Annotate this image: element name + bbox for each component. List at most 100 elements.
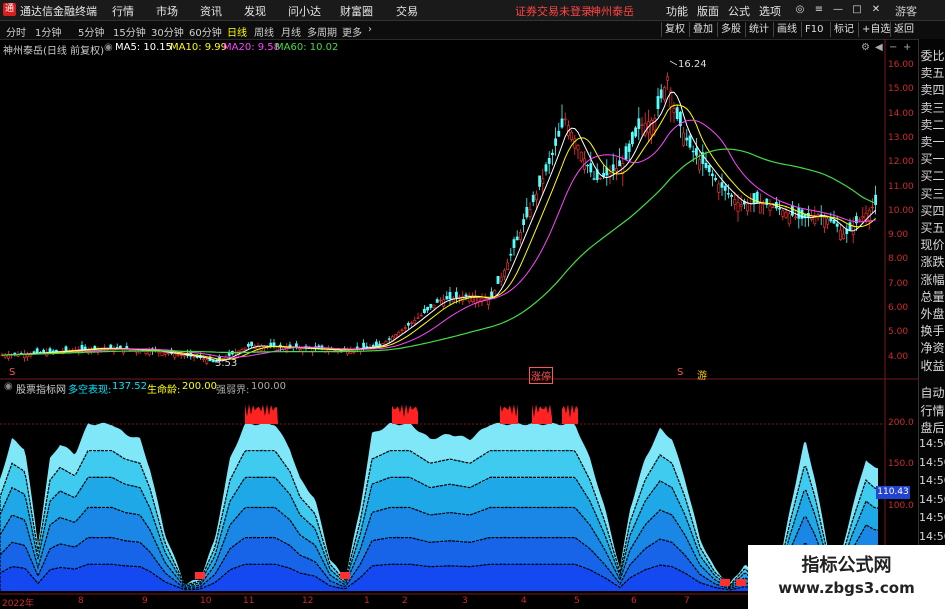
sidebar-item[interactable]: 买一 — [919, 150, 945, 167]
ma10-line — [1, 104, 876, 360]
candlestick-body — [726, 193, 730, 195]
period-15min[interactable]: 15分钟 — [113, 24, 146, 39]
event-marker[interactable]: 涨停 — [529, 367, 553, 384]
candlestick-body — [586, 164, 590, 167]
sidebar-item[interactable]: 净资 — [919, 339, 945, 356]
candlestick-body — [387, 338, 391, 340]
sidebar-item[interactable]: 买四 — [919, 202, 945, 219]
period-weekly[interactable]: 周线 — [254, 24, 274, 39]
adjust-button[interactable]: 复权 — [661, 22, 688, 37]
overlay-button[interactable]: 叠加 — [689, 22, 716, 37]
sidebar-item[interactable]: 现价 — [919, 236, 945, 253]
candlestick-body — [832, 219, 836, 224]
sidebar-item[interactable]: 卖三 — [919, 99, 945, 116]
indicator-settings-icon[interactable]: ◉ — [4, 381, 13, 392]
sidebar-item[interactable]: 买二 — [919, 167, 945, 184]
menu-item-layout[interactable]: 版面 — [697, 3, 719, 19]
period-monthly[interactable]: 月线 — [281, 24, 301, 39]
indicator-current-value: 110.43 — [876, 486, 910, 499]
candlestick-body — [240, 349, 244, 352]
menu-item-discover[interactable]: 发现 — [244, 3, 266, 19]
candlestick-body — [746, 203, 750, 212]
login-notice[interactable]: 证券交易未登录 — [515, 3, 592, 19]
candlestick-body — [691, 150, 695, 153]
period-5min[interactable]: 5分钟 — [78, 24, 104, 39]
sidebar-item[interactable]: 委比 — [919, 47, 945, 64]
candlestick-body — [563, 118, 567, 121]
candlestick-body — [707, 165, 711, 173]
chevron-right-icon[interactable]: › — [368, 24, 372, 35]
watermark-url: www.zbgs3.com — [778, 579, 915, 597]
menu-item-trade[interactable]: 交易 — [396, 3, 418, 19]
event-marker[interactable]: S — [677, 367, 683, 378]
candlestick-body — [515, 236, 519, 241]
time-axis-label: 11 — [243, 596, 255, 606]
candlestick-body — [861, 215, 865, 219]
sidebar-item[interactable]: 换手 — [919, 322, 945, 339]
sidebar-item[interactable]: 收益 — [919, 357, 945, 374]
candlestick-body — [598, 177, 602, 180]
candlestick-body — [32, 351, 36, 354]
account-icon[interactable]: ◎ — [793, 3, 807, 16]
sidebar-mode-item[interactable]: 行情 — [919, 402, 945, 419]
event-marker[interactable]: 游 — [697, 367, 707, 382]
sidebar-item[interactable]: 卖五 — [919, 64, 945, 81]
back-button[interactable]: 返回 — [890, 22, 917, 37]
period-timeshare[interactable]: 分时 — [6, 24, 26, 39]
menu-item-formula[interactable]: 公式 — [728, 3, 750, 19]
menu-item-xiaoda[interactable]: 问小达 — [288, 3, 321, 19]
sidebar-item[interactable]: 卖四 — [919, 81, 945, 98]
candlestick-body — [771, 206, 775, 209]
candlestick-body — [406, 323, 410, 326]
sidebar-item[interactable]: 买五 — [919, 219, 945, 236]
minimize-icon[interactable]: — — [831, 3, 845, 16]
guest-label[interactable]: 游客 — [895, 3, 917, 19]
candlestick-body — [794, 216, 798, 218]
period-60min[interactable]: 60分钟 — [189, 24, 222, 39]
candlestick-body — [378, 343, 382, 346]
add-watchlist-button[interactable]: +自选 — [858, 22, 893, 37]
sidebar-item[interactable]: 总量 — [919, 288, 945, 305]
candlestick-body — [454, 291, 458, 298]
watermark-banner: 指标公式网 www.zbgs3.com — [748, 545, 945, 609]
indicator-value-1: 137.52 — [112, 381, 147, 392]
candlestick-body — [710, 173, 714, 177]
maximize-icon[interactable]: □ — [850, 3, 864, 16]
candlestick-body — [778, 208, 782, 210]
candlestick-body — [733, 199, 737, 205]
menu-item-markets[interactable]: 市场 — [156, 3, 178, 19]
high-marker-line — [669, 60, 678, 66]
sidebar-item[interactable]: 卖二 — [919, 116, 945, 133]
sidebar-mode-item[interactable]: 盘后 — [919, 419, 945, 436]
price-axis-label: 12.00 — [888, 157, 914, 168]
draw-line-button[interactable]: 画线 — [773, 22, 800, 37]
period-1min[interactable]: 1分钟 — [35, 24, 61, 39]
kline-chart[interactable] — [0, 39, 918, 609]
menu-item-market[interactable]: 行情 — [112, 3, 134, 19]
menu-item-options[interactable]: 选项 — [759, 3, 781, 19]
menu-item-wealth[interactable]: 财富圈 — [340, 3, 373, 19]
sidebar-item[interactable]: 涨幅 — [919, 271, 945, 288]
period-more[interactable]: 更多 — [342, 24, 362, 39]
menu-item-function[interactable]: 功能 — [666, 3, 688, 19]
period-30min[interactable]: 30分钟 — [151, 24, 184, 39]
event-marker[interactable]: S — [9, 367, 15, 378]
indicator-low-signal — [340, 572, 350, 579]
menu-item-news[interactable]: 资讯 — [200, 3, 222, 19]
mark-button[interactable]: 标记 — [830, 22, 857, 37]
indicator-low-signal — [720, 579, 730, 586]
sidebar-item[interactable]: 外盘 — [919, 305, 945, 322]
f10-button[interactable]: F10 — [801, 22, 826, 37]
indicator-overbought-cap — [245, 404, 278, 424]
time-axis-label: 4 — [521, 596, 527, 606]
menu-icon[interactable]: ≡ — [812, 3, 826, 16]
sidebar-item[interactable]: 买三 — [919, 185, 945, 202]
period-multi[interactable]: 多周期 — [307, 24, 337, 39]
period-daily[interactable]: 日线 — [227, 24, 247, 39]
sidebar-item[interactable]: 涨跌 — [919, 253, 945, 270]
sidebar-item[interactable]: 卖一 — [919, 133, 945, 150]
sidebar-mode-item[interactable]: 自动 — [919, 384, 945, 401]
close-icon[interactable]: ✕ — [869, 3, 883, 16]
multi-stock-button[interactable]: 多股 — [717, 22, 744, 37]
stats-button[interactable]: 统计 — [745, 22, 772, 37]
